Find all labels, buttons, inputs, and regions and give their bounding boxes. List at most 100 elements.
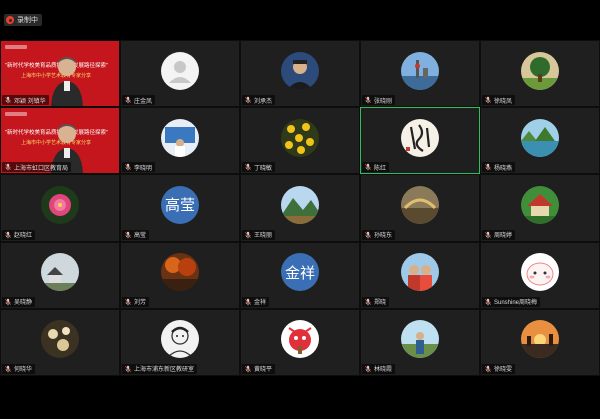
participant-name-bar: 邓颖 刘镇华 (2, 95, 49, 106)
participant-tile[interactable]: 孙晓东 (360, 174, 480, 242)
participant-name-bar: 高莹 (122, 229, 150, 240)
mic-muted-icon (244, 226, 254, 241)
participant-name-bar: 黄晓平 (242, 363, 276, 374)
participant-name-bar: 赵晓红 (2, 229, 36, 240)
mic-muted-icon (364, 293, 374, 308)
participant-tile[interactable]: 赵晓红 (0, 174, 120, 242)
participant-name: 刘芳 (134, 300, 147, 307)
participant-name: 金祥 (254, 300, 267, 307)
mic-muted-icon (364, 91, 374, 106)
mic-muted-icon (484, 91, 494, 106)
recording-indicator[interactable]: 录制中 (4, 14, 42, 26)
participant-avatar (281, 118, 319, 157)
participant-avatar (401, 185, 439, 224)
participant-avatar (521, 253, 559, 292)
participant-tile[interactable]: 吴晓静 (0, 241, 120, 309)
participant-name: 丁晓敏 (254, 165, 273, 172)
participant-avatar (401, 51, 439, 90)
participant-avatar (401, 320, 439, 359)
participant-tile[interactable]: 林晓霞 (360, 308, 480, 376)
mic-muted-icon (4, 91, 14, 106)
participant-name: 何晓华 (14, 367, 33, 374)
participant-name-bar: 郑晓 (362, 296, 390, 307)
mic-muted-icon (244, 360, 254, 375)
participant-name: 林晓霞 (374, 367, 393, 374)
mic-muted-icon (244, 91, 254, 106)
participant-name: 陈红 (374, 165, 387, 172)
participant-tile[interactable]: 李晓明 (120, 107, 240, 175)
participant-name: 上海市浦东新区教研室 (134, 367, 195, 374)
participant-avatar (41, 185, 79, 224)
participant-tile[interactable]: 周晓婷 (480, 174, 600, 242)
participant-tile[interactable]: 徐晓凤 (480, 40, 600, 108)
video-gallery: "新时代学校美育品质提升与发展路径探索" 上海市中小学艺术教育专家分享 邓颖 刘镇华… (0, 40, 600, 376)
participant-name: 王晓丽 (254, 233, 273, 240)
mic-muted-icon (4, 158, 14, 173)
participant-name-bar: Sunshine周晓梅 (482, 296, 541, 307)
participant-name: 上海市虹口区教育局 (14, 165, 69, 172)
participant-avatar (161, 253, 199, 292)
participant-name: 刘承杰 (254, 98, 273, 105)
mic-muted-icon (244, 293, 254, 308)
participant-name-bar: 周晓婷 (482, 229, 516, 240)
participant-name-bar: 王晓丽 (242, 229, 276, 240)
participant-name: 邓颖 刘镇华 (14, 98, 46, 105)
mic-muted-icon (4, 226, 14, 241)
participant-name-bar: 张晓刚 (362, 95, 396, 106)
participant-name: 高莹 (134, 233, 147, 240)
mic-muted-icon (484, 158, 494, 173)
participant-avatar: 高莹 (161, 185, 199, 224)
participant-avatar (521, 118, 559, 157)
participant-tile[interactable]: 王晓丽 (240, 174, 360, 242)
record-icon (6, 16, 14, 24)
mic-muted-icon (124, 91, 134, 106)
participant-avatar (161, 51, 199, 90)
avatar-initials: 金祥 (284, 263, 315, 282)
participant-name: 吴晓静 (14, 300, 33, 307)
participant-tile[interactable]: 上海市浦东新区教研室 (120, 308, 240, 376)
participant-name-bar: 刘承杰 (242, 95, 276, 106)
participant-avatar (41, 253, 79, 292)
participant-tile[interactable]: 郑晓 (360, 241, 480, 309)
participant-avatar (521, 320, 559, 359)
participant-name-bar: 孙晓东 (362, 229, 396, 240)
participant-tile[interactable]: Sunshine周晓梅 (480, 241, 600, 309)
participant-tile[interactable]: 刘芳 (120, 241, 240, 309)
presenter-video-tile[interactable]: "新时代学校美育品质提升与发展路径探索" 上海市中小学艺术教育专家分享 上海市虹口区… (0, 107, 120, 175)
participant-tile[interactable]: 杨晓燕 (480, 107, 600, 175)
participant-tile[interactable]: 黄晓平 (240, 308, 360, 376)
mic-muted-icon (484, 293, 494, 308)
participant-name-bar: 杨晓燕 (482, 162, 516, 173)
participant-tile[interactable]: 丁晓敏 (240, 107, 360, 175)
participant-tile[interactable]: 刘承杰 (240, 40, 360, 108)
participant-avatar (161, 320, 199, 359)
participant-name: 徐晓雯 (494, 367, 513, 374)
participant-name-bar: 何晓华 (2, 363, 36, 374)
participant-tile[interactable]: 金祥 金祥 (240, 241, 360, 309)
participant-name: Sunshine周晓梅 (494, 300, 538, 307)
participant-tile[interactable]: 徐晓雯 (480, 308, 600, 376)
mic-muted-icon (364, 158, 374, 173)
participant-tile[interactable]: 庄金凤 (120, 40, 240, 108)
participant-name-bar: 金祥 (242, 296, 270, 307)
participant-avatar (281, 51, 319, 90)
participant-avatar (521, 185, 559, 224)
participant-avatar (281, 320, 319, 359)
mic-muted-icon (124, 293, 134, 308)
participant-avatar (161, 118, 199, 157)
participant-avatar (401, 253, 439, 292)
participant-tile[interactable]: 陈红 (360, 107, 480, 175)
participant-name-bar: 徐晓雯 (482, 363, 516, 374)
mic-muted-icon (364, 360, 374, 375)
participant-tile[interactable]: 张晓刚 (360, 40, 480, 108)
participant-name-bar: 李晓明 (122, 162, 156, 173)
participant-avatar (281, 185, 319, 224)
participant-tile[interactable]: 高莹 高莹 (120, 174, 240, 242)
recording-label: 录制中 (17, 17, 38, 24)
presenter-video-tile[interactable]: "新时代学校美育品质提升与发展路径探索" 上海市中小学艺术教育专家分享 邓颖 刘镇华 (0, 40, 120, 108)
mic-muted-icon (484, 226, 494, 241)
participant-name-bar: 丁晓敏 (242, 162, 276, 173)
mic-muted-icon (4, 360, 14, 375)
participant-tile[interactable]: 何晓华 (0, 308, 120, 376)
participant-avatar (41, 320, 79, 359)
